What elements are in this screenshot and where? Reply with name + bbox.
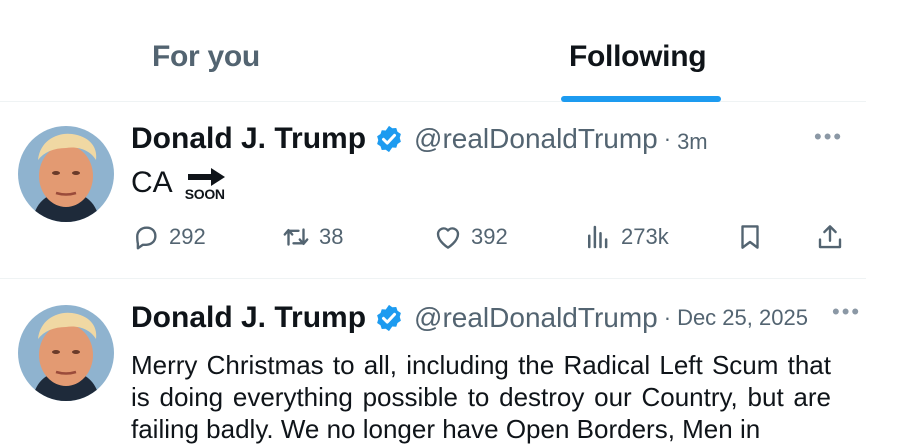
share-button[interactable] xyxy=(815,222,845,252)
tweet[interactable]: Donald J. Trump @realDonaldTrump · Dec 2… xyxy=(0,278,866,444)
verified-badge-icon xyxy=(377,304,401,332)
author-name[interactable]: Donald J. Trump xyxy=(131,122,366,156)
repost-button[interactable]: 38 xyxy=(281,222,343,252)
share-icon xyxy=(818,225,842,249)
like-count: 392 xyxy=(471,224,508,249)
heart-icon xyxy=(436,227,460,249)
separator-dot: · xyxy=(663,305,672,330)
views-chart-icon xyxy=(588,225,608,249)
author-name[interactable]: Donald J. Trump xyxy=(131,301,366,335)
tab-following[interactable]: Following xyxy=(569,40,707,74)
timeline-tabs: For you Following xyxy=(0,0,866,102)
repost-icon xyxy=(283,228,309,246)
author-handle[interactable]: @realDonaldTrump xyxy=(414,302,658,334)
timestamp[interactable]: 3m xyxy=(677,129,708,155)
verified-badge-icon xyxy=(377,125,401,153)
avatar[interactable] xyxy=(18,126,114,222)
tweet-text-content: CA xyxy=(131,166,173,199)
repost-count: 38 xyxy=(319,224,344,249)
avatar[interactable] xyxy=(18,305,114,401)
author-handle[interactable]: @realDonaldTrump xyxy=(414,123,658,155)
separator-dot: · xyxy=(663,126,672,151)
more-options-icon[interactable]: ••• xyxy=(832,299,861,325)
like-button[interactable]: 392 xyxy=(433,222,508,252)
views-button[interactable]: 273k xyxy=(583,222,669,252)
timestamp[interactable]: Dec 25, 2025 xyxy=(677,305,808,331)
reply-icon xyxy=(136,226,157,250)
reply-button[interactable]: 292 xyxy=(131,222,206,252)
tweet-text: CA SOON xyxy=(131,166,229,206)
tweet-actions: 292 38 392 273k xyxy=(131,222,846,258)
more-options-icon[interactable]: ••• xyxy=(814,124,843,150)
tweet-header: Donald J. Trump @realDonaldTrump · Dec 2… xyxy=(131,301,808,335)
soon-label: SOON xyxy=(184,186,225,202)
views-count: 273k xyxy=(621,224,669,249)
soon-arrow-icon: SOON xyxy=(185,166,229,206)
reply-count: 292 xyxy=(169,224,206,249)
tweet[interactable]: Donald J. Trump @realDonaldTrump · 3m ••… xyxy=(0,102,866,278)
bookmark-icon xyxy=(741,225,759,249)
tweet-header: Donald J. Trump @realDonaldTrump · 3m xyxy=(131,122,708,156)
bookmark-button[interactable] xyxy=(735,222,765,252)
tab-for-you[interactable]: For you xyxy=(152,40,260,74)
tweet-text: Merry Christmas to all, including the Ra… xyxy=(131,350,831,444)
